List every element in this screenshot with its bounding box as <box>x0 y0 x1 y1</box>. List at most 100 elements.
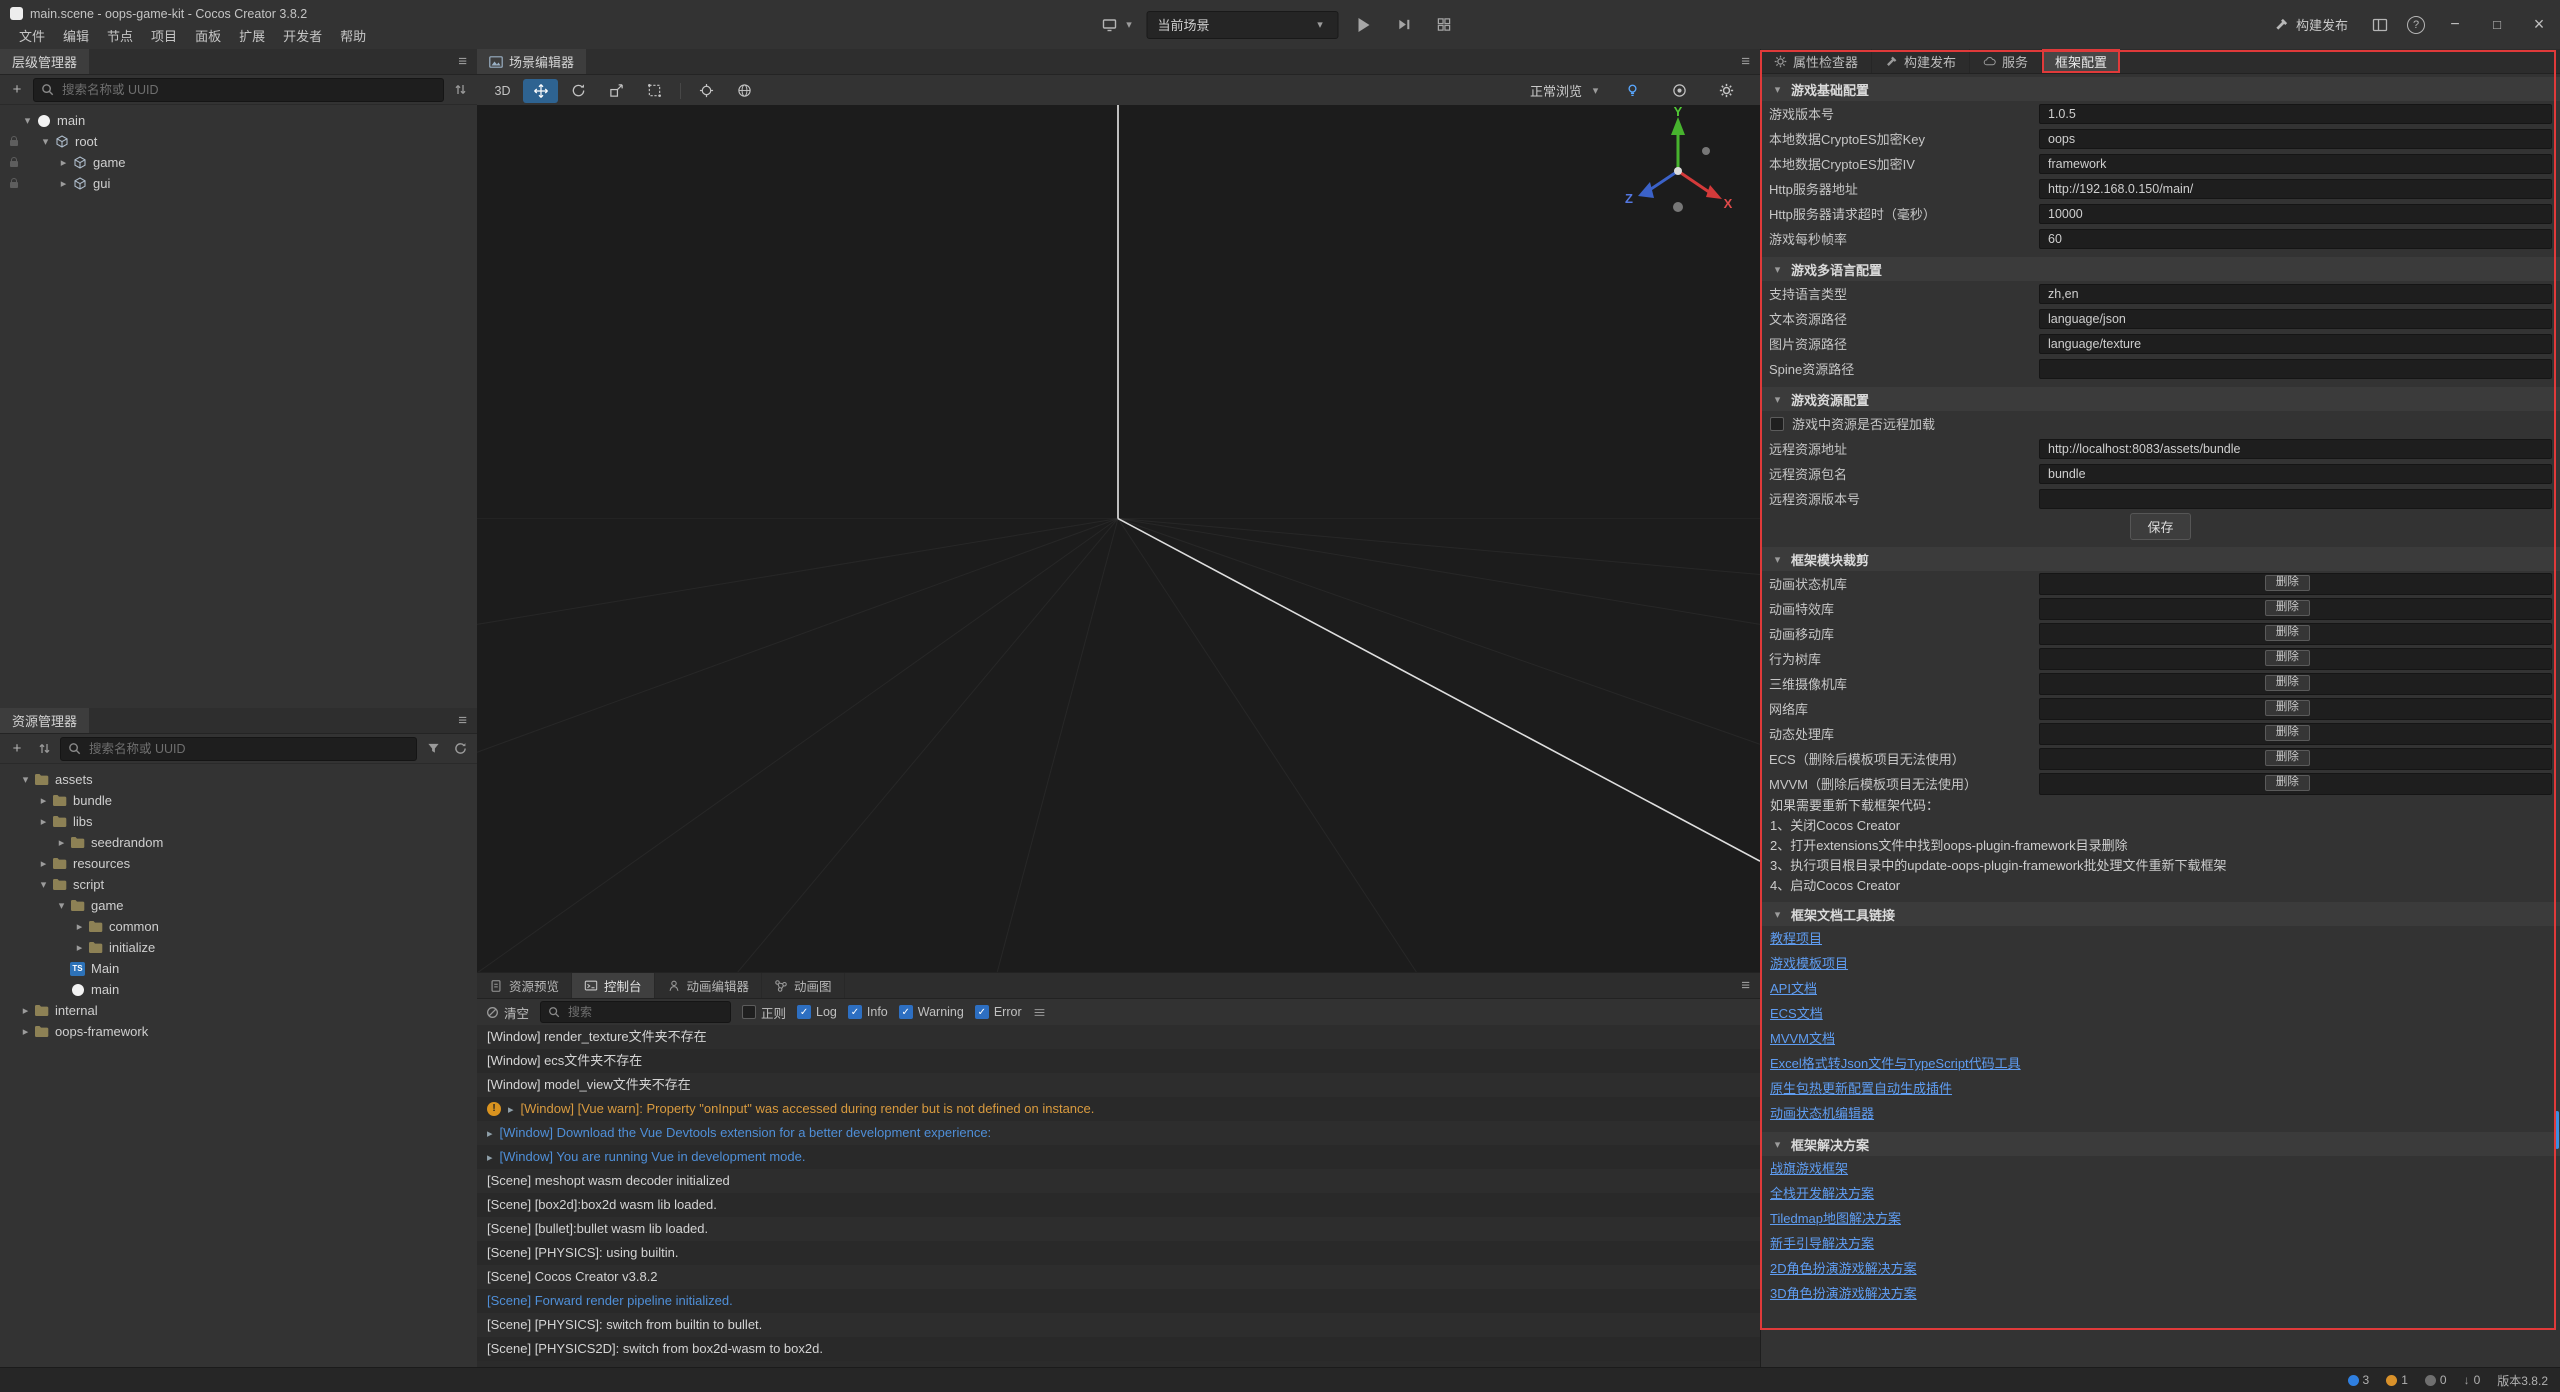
preview-target-button[interactable] <box>1102 17 1137 33</box>
expand-arrow-icon[interactable] <box>18 1004 33 1017</box>
link-tiledmap-solution[interactable]: Tiledmap地图解决方案 <box>1761 1206 1910 1231</box>
log-row[interactable]: [Window] ecs文件夹不存在 <box>477 1049 1760 1073</box>
link-fullstack-solution[interactable]: 全栈开发解决方案 <box>1761 1181 1883 1206</box>
section-header-modules[interactable]: 框架模块裁剪 <box>1761 547 2560 571</box>
hierarchy-tab[interactable]: 层级管理器 <box>0 49 89 74</box>
asset-node-main-ts[interactable]: Main <box>0 958 477 979</box>
assets-tab[interactable]: 资源管理器 <box>0 708 89 733</box>
frame-rate-input[interactable] <box>2039 229 2552 249</box>
filter-warning[interactable]: Warning <box>899 1005 964 1019</box>
axis-gizmo[interactable]: Y X Z <box>1618 107 1738 227</box>
tab-framework-config[interactable]: 框架配置 <box>2042 49 2120 73</box>
link-2d-rpg-solution[interactable]: 2D角色扮演游戏解决方案 <box>1761 1256 1926 1281</box>
menu-panel[interactable]: 面板 <box>186 26 230 45</box>
asset-node-seedrandom[interactable]: seedrandom <box>0 832 477 853</box>
close-button[interactable] <box>2518 0 2560 49</box>
delete-button[interactable]: 删除 <box>2265 650 2310 666</box>
http-timeout-input[interactable] <box>2039 204 2552 224</box>
move-tool-button[interactable] <box>523 79 558 103</box>
info-checkbox[interactable] <box>848 1005 862 1019</box>
scene-editor-tab[interactable]: 场景编辑器 <box>477 49 586 74</box>
log-row[interactable]: [Scene] [bullet]:bullet wasm lib loaded. <box>477 1217 1760 1241</box>
tab-animation-editor[interactable]: 动画编辑器 <box>655 973 763 998</box>
remote-version-input[interactable] <box>2039 489 2552 509</box>
delete-button[interactable]: 删除 <box>2265 750 2310 766</box>
asset-node-resources[interactable]: resources <box>0 853 477 874</box>
expand-arrow-icon[interactable] <box>54 836 69 849</box>
filter-assets-button[interactable] <box>422 738 444 760</box>
tab-property-inspector[interactable]: 属性检查器 <box>1761 49 1872 73</box>
tree-node-main[interactable]: main <box>0 110 477 131</box>
language-types-input[interactable] <box>2039 284 2552 304</box>
link-tutorial-project[interactable]: 教程项目 <box>1761 926 1831 951</box>
log-checkbox[interactable] <box>797 1005 811 1019</box>
expand-arrow-icon[interactable] <box>36 794 51 807</box>
link-guide-solution[interactable]: 新手引导解决方案 <box>1761 1231 1883 1256</box>
console-settings-button[interactable] <box>1033 1006 1046 1019</box>
sort-assets-button[interactable] <box>33 738 55 760</box>
log-row[interactable]: [Scene] Cocos Creator v3.8.2 <box>477 1265 1760 1289</box>
tab-assets-preview[interactable]: 资源预览 <box>477 973 572 998</box>
panel-menu-icon[interactable] <box>1741 53 1750 70</box>
warning-count[interactable]: 1 <box>2386 1373 2408 1387</box>
expand-caret-icon[interactable] <box>487 1145 493 1169</box>
tab-console[interactable]: 控制台 <box>572 973 655 998</box>
hierarchy-search-box[interactable] <box>33 78 444 102</box>
clear-console-button[interactable]: 清空 <box>486 1003 529 1022</box>
download-count[interactable]: 0 <box>2464 1373 2481 1387</box>
section-header-language[interactable]: 游戏多语言配置 <box>1761 257 2560 281</box>
menu-node[interactable]: 节点 <box>98 26 142 45</box>
tree-node-gui[interactable]: gui <box>0 173 477 194</box>
expand-arrow-icon[interactable] <box>18 773 33 786</box>
scrollbar-thumb[interactable] <box>2555 1111 2559 1149</box>
warning-checkbox[interactable] <box>899 1005 913 1019</box>
http-server-input[interactable] <box>2039 179 2552 199</box>
link-ecs-docs[interactable]: ECS文档 <box>1761 1001 1832 1026</box>
menu-project[interactable]: 项目 <box>142 26 186 45</box>
lock-icon[interactable] <box>10 161 18 167</box>
log-row[interactable]: [Scene] [PHYSICS2D]: switch from box2d-w… <box>477 1337 1760 1361</box>
expand-arrow-icon[interactable] <box>20 114 35 127</box>
asset-node-libs[interactable]: libs <box>0 811 477 832</box>
lock-icon[interactable] <box>10 140 18 146</box>
menu-extension[interactable]: 扩展 <box>230 26 274 45</box>
expand-arrow-icon[interactable] <box>54 899 69 912</box>
filter-error[interactable]: Error <box>975 1005 1022 1019</box>
log-row[interactable]: [Scene] [PHYSICS]: using builtin. <box>477 1241 1760 1265</box>
log-row[interactable]: [Window] render_texture文件夹不存在 <box>477 1025 1760 1049</box>
remote-load-checkbox[interactable] <box>1770 417 1784 431</box>
log-row[interactable]: [Scene] [box2d]:box2d wasm lib loaded. <box>477 1193 1760 1217</box>
tab-animation-graph[interactable]: 动画图 <box>762 973 845 998</box>
help-button[interactable] <box>2398 0 2434 49</box>
tree-node-game[interactable]: game <box>0 152 477 173</box>
scene-camera-button[interactable] <box>1662 79 1697 103</box>
error-count[interactable]: 0 <box>2425 1373 2447 1387</box>
tree-node-root[interactable]: root <box>0 131 477 152</box>
asset-node-game[interactable]: game <box>0 895 477 916</box>
text-res-path-input[interactable] <box>2039 309 2552 329</box>
log-row[interactable]: [Window] Download the Vue Devtools exten… <box>477 1121 1760 1145</box>
remote-url-input[interactable] <box>2039 439 2552 459</box>
delete-button[interactable]: 删除 <box>2265 700 2310 716</box>
create-asset-button[interactable] <box>6 738 28 760</box>
delete-button[interactable]: 删除 <box>2265 725 2310 741</box>
menu-file[interactable]: 文件 <box>10 26 54 45</box>
axis-negative-handle[interactable] <box>1702 147 1710 155</box>
tab-service[interactable]: 服务 <box>1970 49 2042 73</box>
layout-panels-button[interactable] <box>2362 0 2398 49</box>
log-row[interactable]: [Window] You are running Vue in developm… <box>477 1145 1760 1169</box>
expand-caret-icon[interactable] <box>508 1097 514 1121</box>
save-button[interactable]: 保存 <box>2130 513 2190 540</box>
expand-arrow-icon[interactable] <box>56 156 71 169</box>
menu-developer[interactable]: 开发者 <box>274 26 331 45</box>
delete-button[interactable]: 删除 <box>2265 775 2310 791</box>
link-template-project[interactable]: 游戏模板项目 <box>1761 951 1857 976</box>
link-strategy-framework[interactable]: 战旗游戏框架 <box>1761 1156 1857 1181</box>
console-search-box[interactable] <box>540 1001 731 1023</box>
menu-help[interactable]: 帮助 <box>331 26 375 45</box>
pivot-mode-button[interactable] <box>689 79 724 103</box>
view-mode-select[interactable]: 正常浏览 <box>1530 81 1603 100</box>
expand-arrow-icon[interactable] <box>72 920 87 933</box>
play-button[interactable] <box>1349 12 1379 38</box>
section-header-resources[interactable]: 游戏资源配置 <box>1761 387 2560 411</box>
